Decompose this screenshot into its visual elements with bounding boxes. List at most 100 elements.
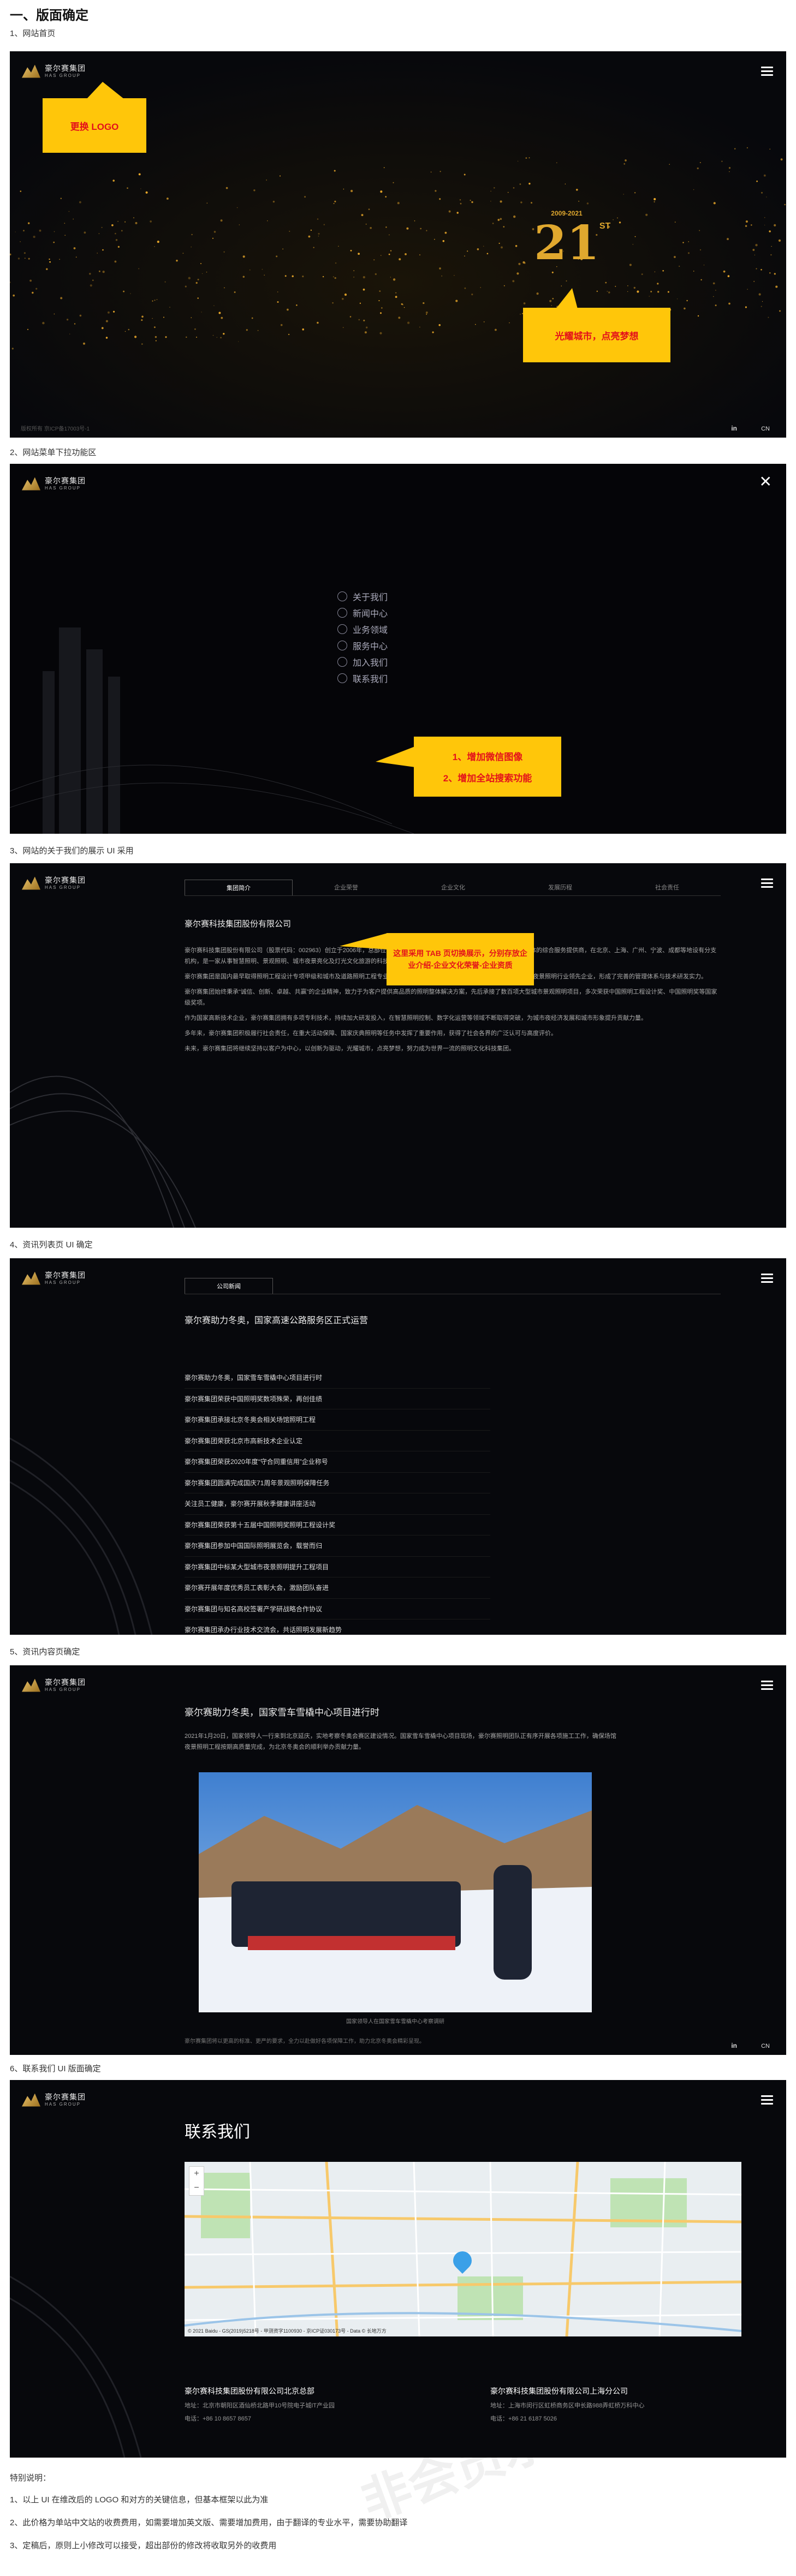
article-title: 豪尔赛助力冬奥，国家雪车雪橇中心项目进行时: [185, 1707, 379, 1718]
about-paragraph: 豪尔赛集团始终秉承“诚信、创新、卓越、共赢”的企业精神，致力于为客户提供高品质的…: [185, 989, 717, 1006]
section-caption: 4、资讯列表页 UI 确定: [10, 1240, 93, 1250]
section-caption: 5、资讯内容页确定: [10, 1647, 80, 1657]
site-logo[interactable]: 豪尔赛集团 HAS GROUP: [22, 2093, 86, 2107]
about-tab[interactable]: 企业荣誉: [293, 880, 400, 895]
about-paragraph: 未来，豪尔赛集团将继续坚持以客户为中心，以创新为驱动，光耀城市，点亮梦想，努力成…: [185, 1045, 515, 1052]
news-list-item[interactable]: 豪尔赛开展年度优秀员工表彰大会，激励团队奋进: [185, 1577, 490, 1599]
anniversary-badge: 2009-2021 21 ST: [534, 210, 610, 291]
section-caption: 6、联系我们 UI 版面确定: [10, 2064, 101, 2073]
news-list-title: 豪尔赛助力冬奥，国家高速公路服务区正式运营: [185, 1316, 369, 1325]
menu-item-icon: [337, 624, 347, 634]
news-list-item[interactable]: 豪尔赛集团中标某大型城市夜景照明提升工程项目: [185, 1557, 490, 1577]
news-list-item[interactable]: 豪尔赛集团与知名高校签署产学研战略合作协议: [185, 1599, 490, 1619]
news-list-item[interactable]: 关注员工健康，豪尔赛开展秋季健康讲座活动: [185, 1493, 490, 1515]
menu-item-icon: [337, 591, 347, 601]
menu-item-icon: [337, 657, 347, 667]
office-phone: 电话：+86 10 8657 8657: [185, 2416, 252, 2422]
office-name: 豪尔赛科技集团股份有限公司北京总部: [185, 2387, 314, 2395]
section-caption: 1、网站首页: [10, 29, 56, 38]
copyright-text: 版权所有 京ICP备17003号-1: [21, 426, 90, 432]
tower-silhouette: [10, 464, 786, 834]
menu-item[interactable]: 服务中心: [337, 637, 388, 654]
menu-list: 关于我们新闻中心业务领域 服务中心加入我们联系我们: [337, 588, 388, 686]
site-logo[interactable]: 豪尔赛集团 HAS GROUP: [22, 876, 86, 890]
screenshot-home: 豪尔赛集团 HAS GROUP 更换 LOGO 2009-2021 21 ST …: [10, 51, 786, 438]
language-switch[interactable]: CN: [761, 2043, 770, 2049]
logo-subtext: HAS GROUP: [45, 1280, 81, 1285]
logo-mark-icon: [22, 477, 40, 491]
menu-item-icon: [337, 608, 347, 618]
logo-text: 豪尔赛集团: [45, 1271, 86, 1280]
logo-mark-icon: [22, 64, 40, 78]
office-card: 豪尔赛科技集团股份有限公司北京总部地址：北京市朝阳区酒仙桥北路甲10号院电子城I…: [185, 2386, 436, 2427]
about-paragraph: 多年来，豪尔赛集团积极履行社会责任，在重大活动保障、国家庆典照明等任务中发挥了重…: [185, 1030, 557, 1037]
news-list-item[interactable]: 豪尔赛集团荣获中国照明奖数项殊荣，再创佳绩: [185, 1389, 490, 1409]
screenshot-contact: 豪尔赛集团 HAS GROUP 联系我们 + − © 2021 Baidu - G…: [10, 2080, 786, 2458]
about-tab[interactable]: 企业文化: [400, 880, 507, 895]
logo-subtext: HAS GROUP: [45, 885, 81, 890]
menu-item-icon: [337, 673, 347, 683]
language-switch[interactable]: CN: [761, 426, 770, 432]
close-icon[interactable]: ✕: [759, 473, 772, 491]
screenshot-news-list: 豪尔赛集团 HAS GROUP 公司新闻 豪尔赛助力冬奥，国家高速公路服务区正式…: [10, 1258, 786, 1635]
about-tabs: 集团简介 企业荣誉 企业文化 发展历程 社会责任: [185, 880, 721, 896]
logo-text: 豪尔赛集团: [45, 1678, 86, 1687]
menu-item[interactable]: 关于我们: [337, 588, 388, 605]
tab-company-news[interactable]: 公司新闻: [185, 1278, 273, 1294]
site-logo[interactable]: 豪尔赛集团 HAS GROUP: [22, 64, 86, 78]
news-list-item[interactable]: 豪尔赛集团荣获2020年度“守合同重信用”企业称号: [185, 1451, 490, 1473]
site-logo[interactable]: 豪尔赛集团 HAS GROUP: [22, 477, 86, 491]
news-list-item[interactable]: 豪尔赛集团承办行业技术交流会，共话照明发展新趋势: [185, 1619, 490, 1635]
about-tab[interactable]: 集团简介: [185, 880, 293, 895]
menu-icon[interactable]: [761, 1681, 773, 1692]
callout-tab-note: 这里采用 TAB 页切换展示，分别存放企业介绍-企业文化荣誉-企业资质: [387, 933, 534, 985]
news-list-item[interactable]: 豪尔赛集团荣获北京市高新技术企业认定: [185, 1431, 490, 1451]
logo-mark-icon: [22, 2093, 40, 2107]
site-logo[interactable]: 豪尔赛集团 HAS GROUP: [22, 1678, 86, 1692]
menu-item-label: 关于我们: [353, 593, 388, 602]
menu-icon[interactable]: [761, 67, 773, 77]
news-list-item[interactable]: 豪尔赛助力冬奥，国家雪车雪橇中心项目进行时: [185, 1367, 490, 1389]
logo-text: 豪尔赛集团: [45, 876, 86, 885]
menu-item[interactable]: 业务领域: [337, 621, 388, 637]
logo-subtext: HAS GROUP: [45, 1687, 81, 1692]
notes-label: 特别说明：: [10, 2473, 51, 2483]
about-tab[interactable]: 社会责任: [614, 880, 721, 895]
map[interactable]: + − © 2021 Baidu - GS(2019)5218号 - 甲测资字11…: [185, 2162, 741, 2336]
office-name: 豪尔赛科技集团股份有限公司上海分公司: [490, 2387, 628, 2395]
site-logo[interactable]: 豪尔赛集团 HAS GROUP: [22, 1271, 86, 1285]
news-list-item[interactable]: 豪尔赛集团承接北京冬奥会相关场馆照明工程: [185, 1409, 490, 1431]
menu-item[interactable]: 新闻中心: [337, 605, 388, 621]
logo-mark-icon: [22, 876, 40, 890]
news-list-item[interactable]: 豪尔赛集团参加中国国际照明展览会，载誉而归: [185, 1535, 490, 1557]
logo-text: 豪尔赛集团: [45, 477, 86, 486]
news-list-item[interactable]: 豪尔赛集团圆满完成国庆71周年景观照明保障任务: [185, 1473, 490, 1493]
section-caption: 3、网站的关于我们的展示 UI 采用: [10, 846, 134, 856]
menu-item-label: 新闻中心: [353, 609, 388, 619]
menu-item-icon: [337, 641, 347, 650]
article-bottom-text: 豪尔赛集团将以更高的标准、更严的要求，全力以赴做好各项保障工作，助力北京冬奥会精…: [185, 2039, 425, 2045]
office-phone: 电话：+86 21 6187 5026: [490, 2416, 557, 2422]
screenshot-about: 豪尔赛集团 HAS GROUP 集团简介 企业荣誉 企业文化 发展历程 社会责任 豪尔赛…: [10, 863, 786, 1228]
linkedin-icon[interactable]: in: [731, 2042, 737, 2049]
article-photo: [199, 1772, 592, 2012]
menu-icon[interactable]: [761, 878, 773, 889]
contact-title: 联系我们: [185, 2123, 250, 2141]
news-list-item[interactable]: 豪尔赛集团荣获第十五届中国照明奖照明工程设计奖: [185, 1515, 490, 1535]
badge-suffix: ST: [599, 222, 611, 231]
menu-icon[interactable]: [761, 1274, 773, 1284]
logo-text: 豪尔赛集团: [45, 64, 86, 73]
menu-item[interactable]: 联系我们: [337, 670, 388, 686]
screenshot-news-detail: 豪尔赛集团 HAS GROUP 豪尔赛助力冬奥，国家雪车雪橇中心项目进行时 20…: [10, 1665, 786, 2055]
office-address: 地址：北京市朝阳区酒仙桥北路甲10号院电子城IT产业园: [185, 2402, 335, 2409]
menu-icon[interactable]: [761, 2095, 773, 2106]
menu-item[interactable]: 加入我们: [337, 654, 388, 670]
about-tab[interactable]: 发展历程: [507, 880, 614, 895]
linkedin-icon[interactable]: in: [731, 425, 737, 432]
page-heading: 一、版面确定: [10, 8, 88, 23]
section-caption: 2、网站菜单下拉功能区: [10, 448, 97, 457]
menu-item-label: 加入我们: [353, 659, 388, 668]
office-address: 地址：上海市闵行区虹桥商务区申长路988弄虹桥万科中心: [490, 2402, 645, 2409]
logo-text: 豪尔赛集团: [45, 2093, 86, 2102]
map-zoom-controls[interactable]: + −: [189, 2166, 204, 2196]
